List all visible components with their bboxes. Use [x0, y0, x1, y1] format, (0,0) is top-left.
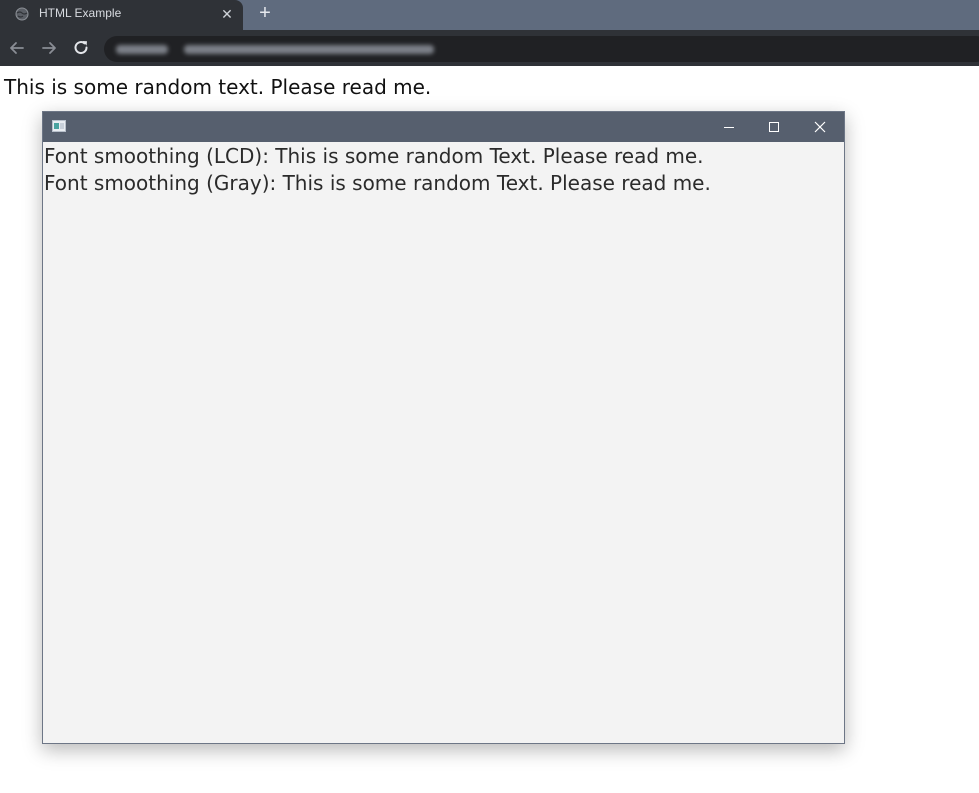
address-bar[interactable]: [104, 36, 979, 62]
app-icon: [52, 120, 66, 132]
app-window: Font smoothing (LCD): This is some rando…: [42, 111, 845, 744]
minimize-icon[interactable]: [721, 119, 737, 135]
close-icon[interactable]: [812, 119, 828, 135]
new-tab-button[interactable]: +: [255, 3, 275, 23]
window-content: Font smoothing (LCD): This is some rando…: [43, 143, 844, 197]
blurred-url: [184, 45, 434, 54]
lcd-smoothing-text: Font smoothing (LCD): This is some rando…: [44, 144, 704, 168]
window-titlebar[interactable]: [43, 112, 844, 142]
tab-html-example[interactable]: HTML Example ✕: [0, 0, 243, 30]
back-arrow-icon[interactable]: [6, 37, 28, 59]
reload-icon[interactable]: [70, 37, 92, 59]
forward-arrow-icon[interactable]: [38, 37, 60, 59]
globe-icon: [15, 7, 29, 21]
blurred-url: [116, 45, 168, 54]
page-text: This is some random text. Please read me…: [4, 75, 432, 99]
tab-strip: HTML Example ✕ +: [0, 0, 979, 30]
close-icon[interactable]: ✕: [219, 6, 235, 22]
tab-title: HTML Example: [39, 6, 122, 20]
maximize-icon[interactable]: [766, 119, 782, 135]
gray-smoothing-text: Font smoothing (Gray): This is some rand…: [44, 171, 711, 195]
